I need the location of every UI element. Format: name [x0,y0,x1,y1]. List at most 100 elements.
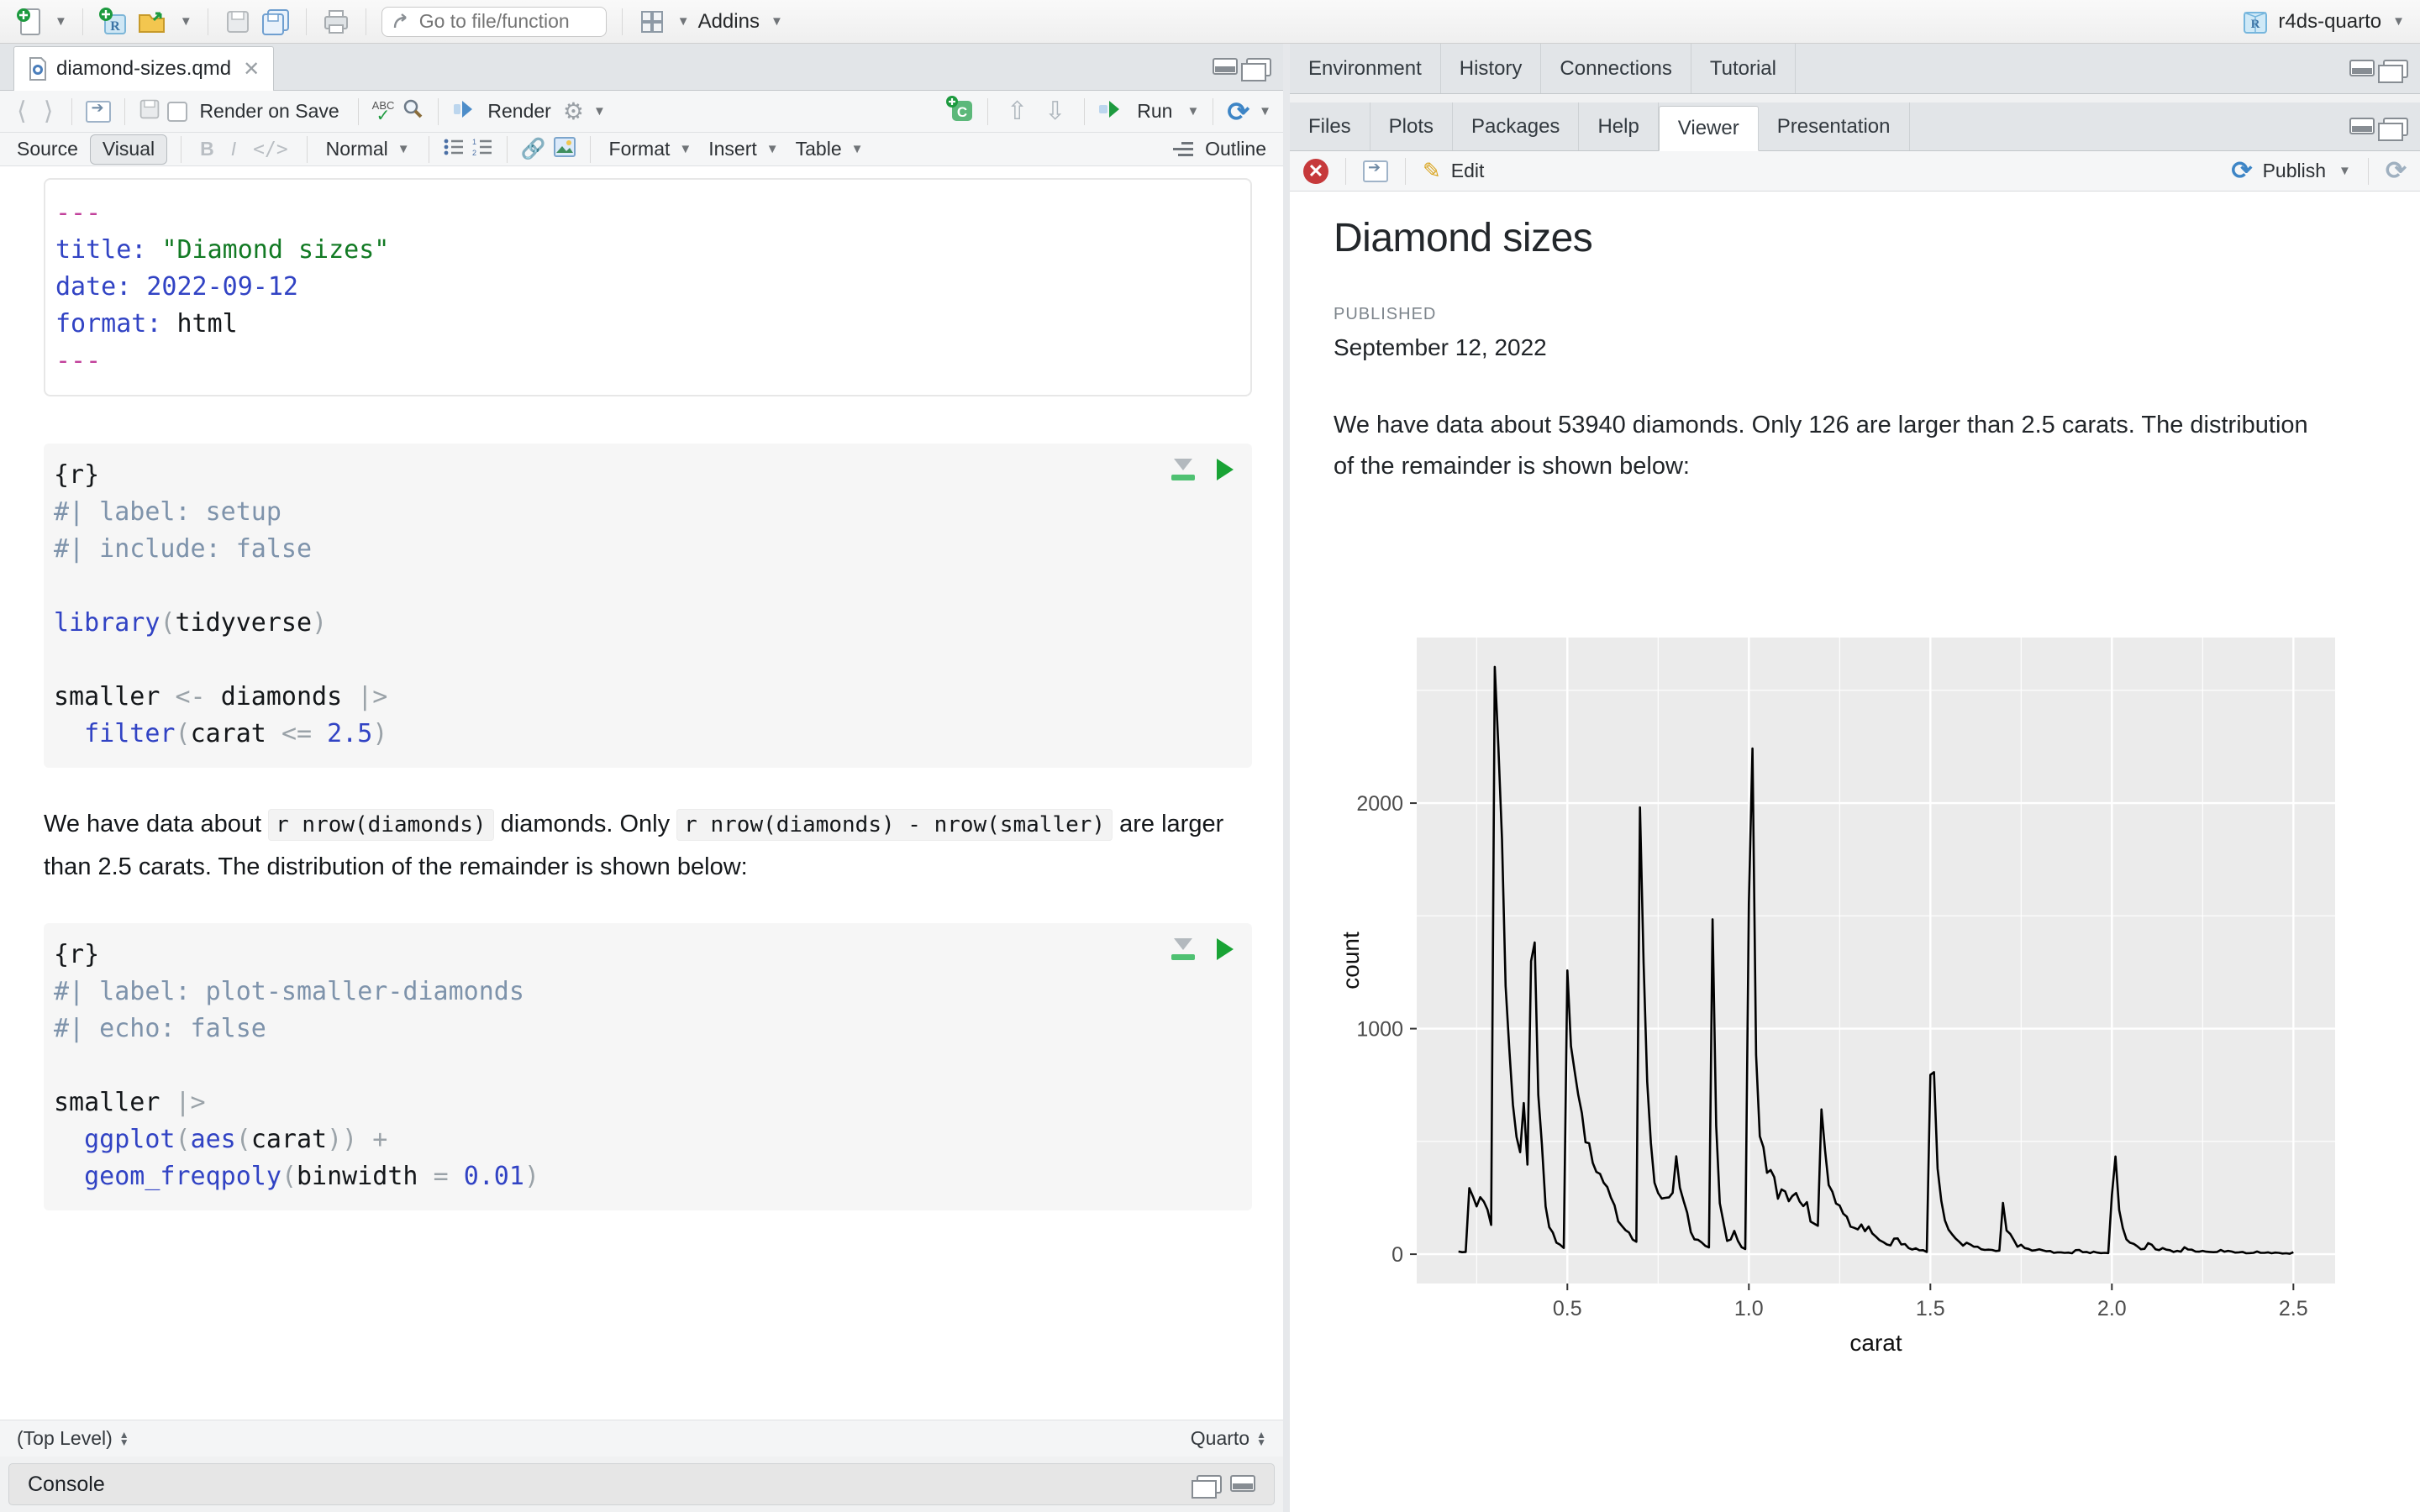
new-file-menu-caret[interactable]: ▼ [55,14,67,29]
code-line[interactable]: library(tidyverse) [54,605,1252,642]
tab-history[interactable]: History [1441,44,1542,93]
run-caret[interactable]: ▼ [1186,104,1199,118]
code-line[interactable]: title: "Diamond sizes" [55,232,1250,269]
addins-button[interactable]: Addins [698,10,760,34]
addins-caret[interactable]: ▼ [771,14,783,29]
code-chunk-plot[interactable]: {r} #| label: plot-smaller-diamonds #| ech… [44,923,1252,1210]
go-prev-section-icon[interactable]: ⇧ [1002,97,1033,127]
link-icon[interactable]: 🔗 [521,137,546,161]
tab-viewer[interactable]: Viewer [1658,106,1759,151]
code-line[interactable]: --- [55,195,1250,232]
inline-code[interactable]: r nrow(diamonds) [268,809,494,841]
prose-paragraph[interactable]: We have data about r nrow(diamonds) diam… [44,803,1270,888]
run-chunks-above-icon[interactable] [1171,459,1195,480]
format-menu[interactable]: Format ▼ [604,134,697,165]
bold-icon[interactable]: B [195,134,219,165]
tab-environment[interactable]: Environment [1290,44,1441,93]
italic-icon[interactable]: I [226,134,241,165]
open-in-new-window-icon[interactable] [86,99,112,123]
code-line[interactable]: geom_freqpoly(binwidth = 0.01) [54,1158,1252,1195]
open-file-icon[interactable] [137,5,169,39]
viewer-refresh-icon[interactable]: ⟳ [2386,156,2407,186]
print-icon[interactable] [322,5,350,39]
run-chunks-above-icon[interactable] [1171,938,1195,960]
maximize-pane-icon[interactable] [1241,57,1271,81]
run-chunk-icon[interactable] [1217,459,1234,480]
env-maximize-icon[interactable] [2378,59,2408,83]
viewer-maximize-icon[interactable] [2378,117,2408,141]
code-line[interactable]: #| include: false [54,531,1252,568]
table-menu[interactable]: Table ▼ [791,134,869,165]
prose-text[interactable]: diamonds. Only [494,811,677,837]
viewer-open-in-new-window-icon[interactable] [1363,159,1388,182]
code-line[interactable] [54,642,1252,679]
prose-text[interactable]: We have data about [44,811,268,837]
goto-file-function-box[interactable] [381,6,607,37]
bullet-list-icon[interactable] [443,137,465,161]
project-selector[interactable]: R r4ds-quarto ▼ [2241,8,2405,36]
tab-plots[interactable]: Plots [1370,102,1454,150]
open-recent-caret[interactable]: ▼ [180,14,192,29]
run-chunk-icon[interactable] [1217,938,1234,960]
forward-icon[interactable]: ⟩ [39,97,59,127]
console-pane-header[interactable]: Console [8,1463,1275,1505]
pane-layout-icon[interactable] [638,5,666,39]
code-line[interactable]: #| label: setup [54,494,1252,531]
tab-presentation[interactable]: Presentation [1759,102,1910,150]
find-replace-icon[interactable] [401,97,424,125]
code-line[interactable] [54,568,1252,605]
render-settings-caret[interactable]: ▼ [593,104,606,118]
visual-mode-button[interactable]: Visual [89,134,168,165]
tab-files[interactable]: Files [1290,102,1370,150]
run-button[interactable]: Run [1132,97,1177,127]
outline-toggle[interactable]: Outline [1200,134,1271,165]
doc-type-selector[interactable]: Quarto ▲ ▼ [1191,1427,1266,1450]
code-line[interactable]: filter(carat <= 2.5) [54,716,1252,753]
render-settings-gear-icon[interactable]: ⚙ [563,97,584,125]
code-format-icon[interactable]: </> [248,134,293,165]
console-restore-icon[interactable] [1192,1475,1222,1499]
pane-divider[interactable] [1283,44,1290,1512]
numbered-list-icon[interactable]: 12 [471,137,493,161]
minimize-pane-icon[interactable] [1213,57,1238,75]
tab-help[interactable]: Help [1579,102,1659,150]
tab-connections[interactable]: Connections [1541,44,1691,93]
clear-viewer-icon[interactable]: ✕ [1303,158,1328,184]
save-icon[interactable] [224,5,252,39]
publish-caret[interactable]: ▼ [2338,164,2351,178]
code-line[interactable]: smaller |> [54,1084,1252,1121]
paragraph-style-select[interactable]: Normal ▼ [321,134,415,165]
save-all-icon[interactable] [260,5,291,39]
yaml-metadata-block[interactable]: --- title: "Diamond sizes" date: 2022-09-1… [44,178,1252,396]
go-next-section-icon[interactable]: ⇩ [1039,97,1071,127]
code-line[interactable] [54,1047,1252,1084]
close-tab-icon[interactable]: ✕ [243,57,260,81]
spellcheck-icon[interactable]: ABC ✓ [372,100,395,124]
rerun-source-icon[interactable]: ⟳ [1227,96,1249,128]
insert-menu[interactable]: Insert ▼ [703,134,783,165]
rerun-caret[interactable]: ▼ [1259,104,1271,118]
code-line[interactable]: smaller <- diamonds |> [54,679,1252,716]
edit-button[interactable]: Edit [1451,156,1485,186]
new-project-icon[interactable]: R [98,5,129,39]
viewer-minimize-icon[interactable] [2349,117,2375,134]
code-line[interactable]: #| label: plot-smaller-diamonds [54,974,1252,1011]
inline-code[interactable]: r nrow(diamonds) - nrow(smaller) [676,809,1113,841]
console-maximize-icon[interactable] [1230,1475,1255,1492]
editor-tab-diamond-sizes[interactable]: diamond-sizes.qmd ✕ [13,46,275,91]
code-line[interactable]: {r} [54,937,1252,974]
source-mode-button[interactable]: Source [12,134,83,165]
new-file-icon[interactable] [15,5,44,39]
visual-editor-canvas[interactable]: --- title: "Diamond sizes" date: 2022-09-1… [0,166,1283,1420]
code-line[interactable]: {r} [54,457,1252,494]
pane-layout-caret[interactable]: ▼ [677,14,690,29]
publish-button[interactable]: Publish [2263,156,2326,186]
goto-file-function-input[interactable] [418,10,587,33]
back-icon[interactable]: ⟨ [12,97,32,127]
code-line[interactable]: #| echo: false [54,1011,1252,1047]
code-line[interactable]: ggplot(aes(carat)) + [54,1121,1252,1158]
tab-tutorial[interactable]: Tutorial [1691,44,1796,93]
render-on-save-checkbox[interactable] [167,101,188,122]
render-button[interactable]: Render [482,97,555,127]
outline-location-selector[interactable]: (Top Level) ▲ ▼ [17,1427,129,1450]
